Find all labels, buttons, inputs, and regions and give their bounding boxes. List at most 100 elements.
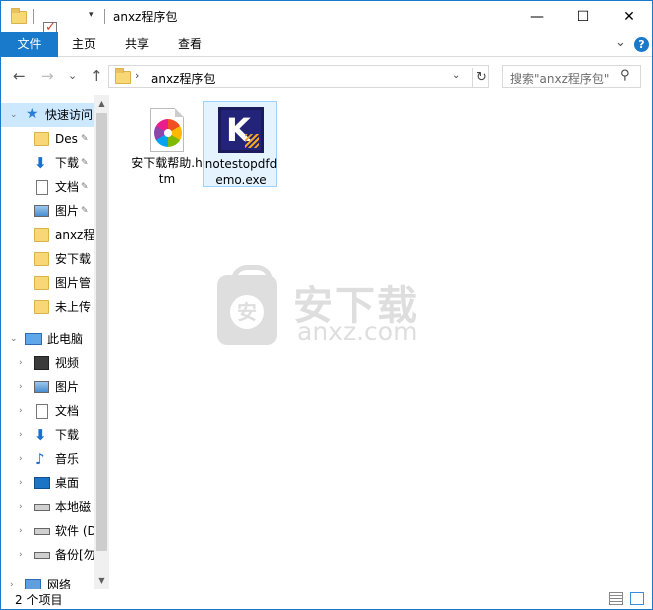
htm-file-icon <box>143 106 191 154</box>
nav-item-anxz[interactable]: anxz程 <box>1 223 94 247</box>
scroll-down-icon[interactable]: ▼ <box>94 572 109 589</box>
status-bar: 2 个项目 <box>1 589 652 609</box>
nav-item-local-disk[interactable]: › 本地磁 <box>1 495 94 519</box>
nav-this-pc[interactable]: ⌄ 此电脑 <box>1 327 94 351</box>
nav-label: 快速访问 <box>45 108 94 122</box>
chevron-right-icon[interactable]: › <box>19 543 23 567</box>
folder-icon <box>34 228 49 242</box>
ribbon-expand-icon[interactable]: ⌄ <box>615 35 626 50</box>
nav-item-pc-documents[interactable]: › 文档 <box>1 399 94 423</box>
nav-quick-access[interactable]: ⌄ ★ 快速访问 <box>1 103 94 127</box>
chevron-right-icon[interactable]: › <box>19 375 23 399</box>
chevron-right-icon[interactable]: › <box>19 399 23 423</box>
chevron-right-icon[interactable]: › <box>19 519 23 543</box>
pinwheel-icon <box>154 119 182 147</box>
nav-item-downloads[interactable]: ⬇ 下载 ✎ <box>1 151 94 175</box>
nav-item-backup-drive[interactable]: › 备份[勿 <box>1 543 94 567</box>
nav-item-picture-manager[interactable]: 图片管 <box>1 271 94 295</box>
folder-icon <box>34 132 49 146</box>
chevron-right-icon[interactable]: › <box>19 495 23 519</box>
download-icon: ⬇ <box>34 154 47 172</box>
nav-item-videos[interactable]: › 视频 <box>1 351 94 375</box>
download-icon: ⬇ <box>34 426 47 444</box>
document-icon <box>36 180 48 195</box>
large-icons-view-icon[interactable] <box>630 592 644 605</box>
nav-label: 软件 (D <box>55 524 94 538</box>
nav-label: anxz程 <box>55 228 94 242</box>
tab-view[interactable]: 查看 <box>168 32 212 57</box>
nav-item-music[interactable]: › ♪ 音乐 <box>1 447 94 471</box>
pin-icon: ✎ <box>81 134 89 144</box>
nav-item-not-uploaded[interactable]: 未上传 <box>1 295 94 319</box>
pin-icon: ✎ <box>81 206 89 216</box>
folder-icon <box>34 252 49 266</box>
pin-icon: ✎ <box>81 158 89 168</box>
chevron-right-icon[interactable]: › <box>19 423 23 447</box>
file-item-exe[interactable]: K notestopdfdemo.exe <box>203 101 277 187</box>
nav-item-pc-downloads[interactable]: › ⬇ 下载 <box>1 423 94 447</box>
refresh-button[interactable]: ↻ <box>472 68 490 87</box>
qat-dropdown-icon[interactable]: ▾ <box>89 10 94 20</box>
maximize-button[interactable]: ☐ <box>560 1 606 32</box>
breadcrumb-separator-icon[interactable]: › <box>135 69 139 82</box>
nav-label: 本地磁 <box>55 500 92 514</box>
video-icon <box>34 356 49 370</box>
nav-item-pc-pictures[interactable]: › 图片 <box>1 375 94 399</box>
document-icon <box>36 404 48 419</box>
nav-item-documents[interactable]: 文档 ✎ <box>1 175 94 199</box>
explorer-window: ▾ anxz程序包 — ☐ ✕ 文件 主页 共享 查看 ⌄ ? ← → ⌄ ↑ … <box>0 0 653 610</box>
file-item-htm[interactable]: 安下载帮助.htm <box>130 101 204 187</box>
nav-label: 图片 <box>55 380 80 394</box>
music-icon: ♪ <box>35 450 45 468</box>
nav-item-network[interactable]: › 网络 <box>1 573 94 589</box>
address-bar[interactable]: › anxz程序包 ⌄ ↻ <box>108 65 489 88</box>
scroll-up-icon[interactable]: ▲ <box>94 95 109 112</box>
close-button[interactable]: ✕ <box>606 1 652 32</box>
title-bar: ▾ anxz程序包 — ☐ ✕ <box>1 1 652 52</box>
window-title: anxz程序包 <box>113 10 178 24</box>
nav-label: 未上传 <box>55 300 92 314</box>
nav-label: 安下载 <box>55 252 92 266</box>
chevron-down-icon[interactable]: ⌄ <box>10 103 18 127</box>
tab-share[interactable]: 共享 <box>115 32 159 57</box>
tab-home[interactable]: 主页 <box>62 32 106 57</box>
tab-file[interactable]: 文件 <box>1 32 58 57</box>
nav-item-anxiazai[interactable]: 安下载 <box>1 247 94 271</box>
drive-icon <box>34 528 50 535</box>
nav-label: 下载 <box>55 428 80 442</box>
nav-item-software-drive[interactable]: › 软件 (D <box>1 519 94 543</box>
search-icon[interactable]: ⚲ <box>620 68 630 83</box>
breadcrumb-current[interactable]: anxz程序包 <box>151 70 215 87</box>
search-input[interactable]: 搜索"anxz程序包" ⚲ <box>502 65 641 88</box>
chevron-right-icon[interactable]: › <box>19 351 23 375</box>
nav-scrollbar[interactable]: ▲ ▼ <box>94 95 109 589</box>
nav-label: Des <box>55 132 78 146</box>
chevron-right-icon[interactable]: › <box>10 573 14 589</box>
nav-label: 此电脑 <box>47 332 84 346</box>
folder-icon <box>34 300 49 314</box>
help-icon[interactable]: ? <box>634 37 649 52</box>
nav-label: 备份[勿 <box>55 548 94 562</box>
watermark-text-en: anxz.com <box>297 317 418 346</box>
desktop-icon <box>34 477 50 489</box>
picture-icon <box>34 381 49 393</box>
nav-label: 文档 <box>55 180 80 194</box>
network-icon <box>25 579 41 589</box>
chevron-right-icon[interactable]: › <box>19 447 23 471</box>
forward-button[interactable]: → <box>41 67 54 85</box>
minimize-button[interactable]: — <box>514 1 560 32</box>
folder-icon <box>34 276 49 290</box>
up-button[interactable]: ↑ <box>90 67 103 85</box>
chevron-right-icon[interactable]: › <box>19 471 23 495</box>
nav-item-pictures[interactable]: 图片 ✎ <box>1 199 94 223</box>
back-button[interactable]: ← <box>13 67 26 85</box>
nav-label: 文档 <box>55 404 80 418</box>
folder-icon <box>115 68 131 84</box>
scroll-thumb[interactable] <box>96 113 107 551</box>
chevron-down-icon[interactable]: ⌄ <box>10 327 18 351</box>
address-dropdown-icon[interactable]: ⌄ <box>452 70 460 81</box>
nav-item-desktop[interactable]: Des ✎ <box>1 127 94 151</box>
recent-locations-button[interactable]: ⌄ <box>68 69 77 82</box>
details-view-icon[interactable] <box>609 592 623 605</box>
nav-item-desktop-pc[interactable]: › 桌面 <box>1 471 94 495</box>
